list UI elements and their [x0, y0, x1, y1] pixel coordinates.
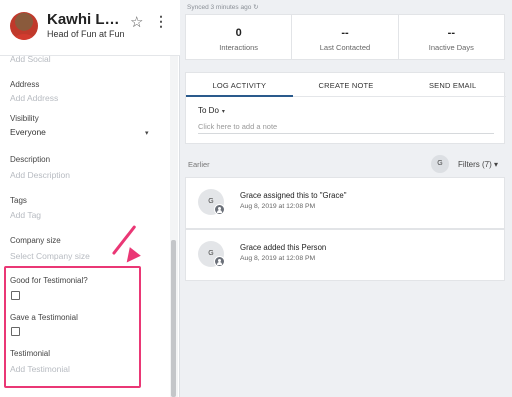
description-input[interactable]: Add Description: [10, 170, 70, 180]
activity-composer: LOG ACTIVITY CREATE NOTE SEND EMAIL To D…: [185, 72, 506, 144]
activity-timestamp: Aug 8, 2019 at 12:08 PM: [240, 203, 316, 210]
activity-item[interactable]: G Grace added this Person Aug 8, 2019 at…: [185, 229, 505, 281]
social-input[interactable]: Add Social: [10, 54, 51, 64]
stat-value: 0: [235, 27, 242, 39]
stat-interactions: 0 Interactions: [186, 15, 293, 59]
activity-title: Grace assigned this to "Grace": [240, 191, 347, 200]
highlight-annotation-box: [4, 266, 141, 388]
person-icon: [214, 204, 225, 215]
stat-label: Last Contacted: [319, 43, 371, 52]
description-label: Description: [10, 155, 51, 164]
company-size-select[interactable]: Select Company size: [10, 251, 90, 261]
activity-type-select[interactable]: To Do ▾: [198, 106, 225, 115]
annotation-arrow-head-icon: [121, 247, 141, 267]
note-input[interactable]: Click here to add a note: [198, 122, 277, 131]
company-size-label: Company size: [10, 236, 61, 245]
composer-tabs: LOG ACTIVITY CREATE NOTE SEND EMAIL: [186, 73, 506, 97]
activity-item[interactable]: G Grace assigned this to "Grace" Aug 8, …: [185, 177, 505, 229]
section-label-earlier: Earlier: [188, 160, 210, 169]
filter-user-avatar[interactable]: G: [431, 155, 449, 173]
stat-value: --: [341, 27, 349, 39]
address-input[interactable]: Add Address: [10, 93, 58, 103]
activity-type-value: To Do: [198, 106, 219, 115]
chevron-down-icon: ▾: [221, 109, 225, 115]
stat-label: Interactions: [219, 43, 259, 52]
note-input-underline: [198, 133, 494, 134]
sync-status: Synced 3 minutes ago ↻: [187, 4, 259, 11]
stat-label: Inactive Days: [428, 43, 474, 52]
scrollbar-thumb[interactable]: [171, 240, 176, 397]
activity-title: Grace added this Person: [240, 243, 327, 252]
stat-last-contacted: -- Last Contacted: [292, 15, 399, 59]
tab-send-email[interactable]: SEND EMAIL: [399, 73, 506, 96]
details-panel: Kawhi Leon… Head of Fun at Fun … ☆ ⋮ Add…: [0, 0, 180, 397]
visibility-label: Visibility: [10, 114, 39, 123]
tab-create-note[interactable]: CREATE NOTE: [293, 73, 400, 96]
person-name[interactable]: Kawhi Leon…: [47, 11, 125, 28]
person-icon: [214, 256, 225, 267]
person-title: Head of Fun at Fun …: [47, 29, 127, 39]
activity-timestamp: Aug 8, 2019 at 12:08 PM: [240, 255, 316, 262]
tab-log-activity[interactable]: LOG ACTIVITY: [186, 73, 293, 97]
avatar[interactable]: [10, 12, 38, 40]
chevron-down-icon[interactable]: ▾: [145, 129, 149, 137]
profile-header: Kawhi Leon… Head of Fun at Fun … ☆ ⋮: [0, 0, 180, 56]
address-label: Address: [10, 80, 40, 89]
more-menu-icon[interactable]: ⋮: [154, 14, 168, 28]
visibility-select[interactable]: Everyone: [10, 127, 46, 137]
filters-button[interactable]: Filters (7) ▾: [458, 160, 498, 169]
activity-panel: Synced 3 minutes ago ↻ 0 Interactions --…: [181, 0, 512, 397]
stat-inactive-days: -- Inactive Days: [399, 15, 504, 59]
tags-label: Tags: [10, 196, 27, 205]
stat-value: --: [447, 27, 455, 39]
tags-input[interactable]: Add Tag: [10, 210, 41, 220]
star-icon[interactable]: ☆: [130, 15, 143, 30]
stats-bar: 0 Interactions -- Last Contacted -- Inac…: [185, 14, 505, 60]
